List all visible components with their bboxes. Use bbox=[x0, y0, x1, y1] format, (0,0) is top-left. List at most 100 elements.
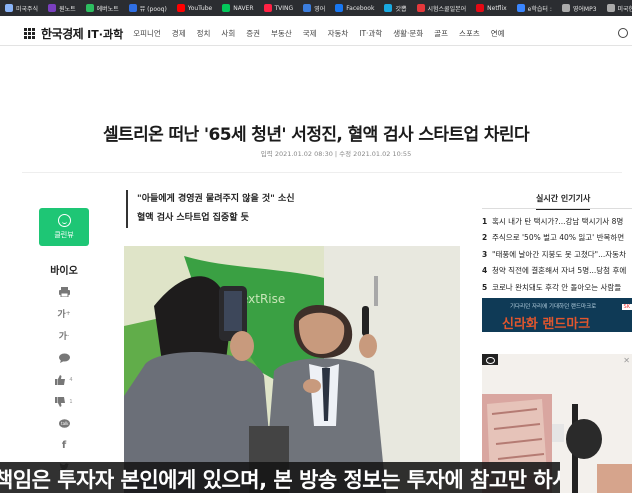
menu-item[interactable]: 연예 bbox=[491, 28, 505, 39]
menu-item[interactable]: 증권 bbox=[246, 28, 260, 39]
summary-line: "아들에게 경영권 물려주지 않을 것" 소신 bbox=[137, 194, 295, 204]
bookmark-item[interactable]: Facebook bbox=[330, 0, 379, 16]
s-icon bbox=[303, 4, 312, 12]
menu-item[interactable]: 국제 bbox=[303, 28, 317, 39]
bookmark-label: 시험스쿨일본어 bbox=[427, 5, 467, 13]
bookmark-label: YouTube bbox=[187, 4, 213, 12]
comment-icon[interactable] bbox=[58, 350, 70, 365]
bookmark-item[interactable]: YouTube bbox=[172, 0, 217, 16]
broadcast-disclaimer-ticker: 책임은 투자자 본인에게 있으며, 본 방송 정보는 투자에 참고만 하시기 바… bbox=[0, 462, 560, 493]
popular-article-item[interactable]: 3 "태풍에 날아간 지붕도 못 고쳤다"...자동차 bbox=[482, 246, 632, 263]
popular-article-title: "태풍에 날아간 지붕도 못 고쳤다"...자동차 bbox=[492, 249, 626, 259]
popular-article-title: 혹시 내가 탄 택시가?...강남 택시기사 8명 bbox=[492, 216, 624, 226]
popular-article-item[interactable]: 5 코로나 완치돼도 후각 안 돌아오는 사람들 bbox=[482, 279, 632, 296]
link-icon bbox=[384, 4, 393, 12]
close-icon[interactable]: ✕ bbox=[623, 356, 630, 365]
popular-article-item[interactable]: 2 주식으로 '50% 벌고 40% 잃고' 반복하면 bbox=[482, 230, 632, 247]
e-icon bbox=[516, 4, 525, 12]
bookmark-label: Facebook bbox=[346, 4, 375, 12]
menu-item[interactable]: 사회 bbox=[221, 28, 235, 39]
bookmark-item[interactable]: Netflix bbox=[471, 0, 512, 16]
dislike-count: 1 bbox=[69, 398, 73, 405]
bookmark-label: 에버노트 bbox=[96, 5, 119, 13]
kakao-share-icon[interactable]: talk bbox=[58, 416, 70, 431]
menu-item[interactable]: 부동산 bbox=[271, 28, 292, 39]
globe-icon bbox=[606, 4, 615, 12]
clean-view-label: 클린뷰 bbox=[54, 231, 74, 239]
bookmark-item[interactable]: e학습터 : bbox=[512, 0, 557, 16]
menu-item[interactable]: 스포츠 bbox=[459, 28, 480, 39]
article-summary: "아들에게 경영권 물려주지 않을 것" 소신 혈액 검사 스타트업 집중할 듯 bbox=[126, 190, 295, 228]
naver-icon bbox=[222, 4, 231, 12]
bookmark-item[interactable]: NAVER bbox=[217, 0, 258, 16]
bookmark-item[interactable]: TVING bbox=[259, 0, 299, 16]
bookmarks-bar: 미국주식 원노트 에버노트 뮤 (pooq) YouTube NAVER TVING 영어 Fa… bbox=[0, 0, 632, 16]
divider bbox=[22, 172, 622, 173]
evernote-icon bbox=[85, 4, 94, 12]
bookmark-label: 영어MP3 bbox=[572, 5, 597, 13]
dislike-icon[interactable]: 1 bbox=[55, 394, 73, 409]
bookmark-label: e학습터 : bbox=[527, 5, 552, 13]
rank-number: 4 bbox=[482, 266, 488, 276]
menu-item[interactable]: 생활·문화 bbox=[393, 28, 423, 39]
popular-articles-list: 1 혹시 내가 탄 택시가?...강남 택시기사 8명 2 주식으로 '50% 벌고 … bbox=[482, 213, 632, 296]
menu-item[interactable]: 경제 bbox=[172, 28, 186, 39]
bookmark-item[interactable]: 원노트 bbox=[43, 0, 81, 16]
bookmark-label: 갓뽑 bbox=[395, 5, 407, 13]
font-decrease-icon[interactable]: 가- bbox=[59, 328, 69, 343]
menu-item[interactable]: 정치 bbox=[197, 28, 211, 39]
facebook-icon bbox=[335, 4, 344, 12]
bookmark-item[interactable]: 갓뽑 bbox=[379, 0, 411, 16]
bookmark-item[interactable]: 영어 bbox=[298, 0, 330, 16]
popular-article-title: 코로나 완치돼도 후각 안 돌아오는 사람들 bbox=[492, 282, 622, 292]
search-icon[interactable] bbox=[618, 28, 628, 38]
advertisement-banner[interactable]: 기다리던 자리에 기대하던 랜드마크로 신라화 랜드마크 SK bbox=[482, 298, 632, 332]
onenote-icon bbox=[48, 4, 57, 12]
font-increase-icon[interactable]: 가 + bbox=[57, 306, 70, 321]
ad-brand-tag: SK bbox=[621, 304, 632, 310]
bookmark-item[interactable]: 영어MP3 bbox=[557, 0, 602, 16]
site-header: 한국경제 IT·과학 오피니언 경제 정치 사회 증권 부동산 국제 자동차 IT·과학 생활·문… bbox=[0, 22, 632, 46]
rank-number: 3 bbox=[482, 249, 488, 259]
article-tools-sidebar: 클린뷰 바이오 가 + 가- 4 1 talk f bbox=[38, 208, 90, 475]
bookmark-item[interactable]: 미국현재 bbox=[602, 0, 632, 16]
bookmark-item[interactable]: 미국주식 bbox=[0, 0, 43, 16]
bookmark-label: 뮤 (pooq) bbox=[139, 5, 167, 13]
s-icon bbox=[416, 4, 425, 12]
rank-number: 1 bbox=[482, 216, 488, 226]
tving-icon bbox=[263, 4, 272, 12]
popular-article-title: 청약 직전에 결혼해서 자녀 5명...당첨 후에 bbox=[492, 266, 627, 276]
category-tag[interactable]: 바이오 bbox=[50, 262, 78, 277]
site-logo[interactable]: 한국경제 bbox=[41, 25, 84, 42]
bookmark-item[interactable]: 에버노트 bbox=[81, 0, 124, 16]
bookmark-item[interactable]: 뮤 (pooq) bbox=[124, 0, 172, 16]
facebook-share-icon[interactable]: f bbox=[62, 438, 66, 453]
article-photo: NextRise bbox=[124, 246, 460, 493]
menu-item[interactable]: 자동차 bbox=[328, 28, 349, 39]
bookmark-item[interactable]: 시험스쿨일본어 bbox=[412, 0, 472, 16]
smile-icon bbox=[57, 214, 71, 227]
youtube-icon bbox=[176, 4, 185, 12]
bookmark-label: Netflix bbox=[487, 4, 507, 12]
section-title[interactable]: IT·과학 bbox=[87, 26, 123, 42]
article-headline: 셀트리온 떠난 '65세 청년' 서정진, 혈액 검사 스타트업 차린다 bbox=[103, 125, 530, 145]
bookmark-label: 미국주식 bbox=[16, 5, 39, 13]
popular-article-item[interactable]: 1 혹시 내가 탄 택시가?...강남 택시기사 8명 bbox=[482, 213, 632, 230]
bookmark-label: 영어 bbox=[314, 5, 326, 13]
ad-headline: 신라화 랜드마크 bbox=[502, 317, 591, 332]
svg-text:talk: talk bbox=[61, 421, 69, 426]
menu-item[interactable]: IT·과학 bbox=[359, 28, 382, 39]
popular-article-item[interactable]: 4 청약 직전에 결혼해서 자녀 5명...당첨 후에 bbox=[482, 263, 632, 280]
article-dates: 입력 2021.01.02 08:30 | 수정 2021.01.02 10:5… bbox=[260, 150, 412, 158]
like-icon[interactable]: 4 bbox=[55, 372, 73, 387]
menu-item[interactable]: 오피니언 bbox=[133, 28, 161, 39]
grid-menu-icon[interactable] bbox=[24, 28, 35, 39]
print-icon[interactable] bbox=[58, 284, 70, 299]
popular-article-title: 주식으로 '50% 벌고 40% 잃고' 반복하면 bbox=[492, 233, 625, 243]
bookmark-label: NAVER bbox=[233, 4, 254, 12]
rank-number: 5 bbox=[482, 282, 488, 292]
bookmark-label: 미국현재 bbox=[617, 5, 632, 13]
divider bbox=[482, 208, 632, 209]
clean-view-button[interactable]: 클린뷰 bbox=[39, 208, 89, 246]
menu-item[interactable]: 골프 bbox=[434, 28, 448, 39]
